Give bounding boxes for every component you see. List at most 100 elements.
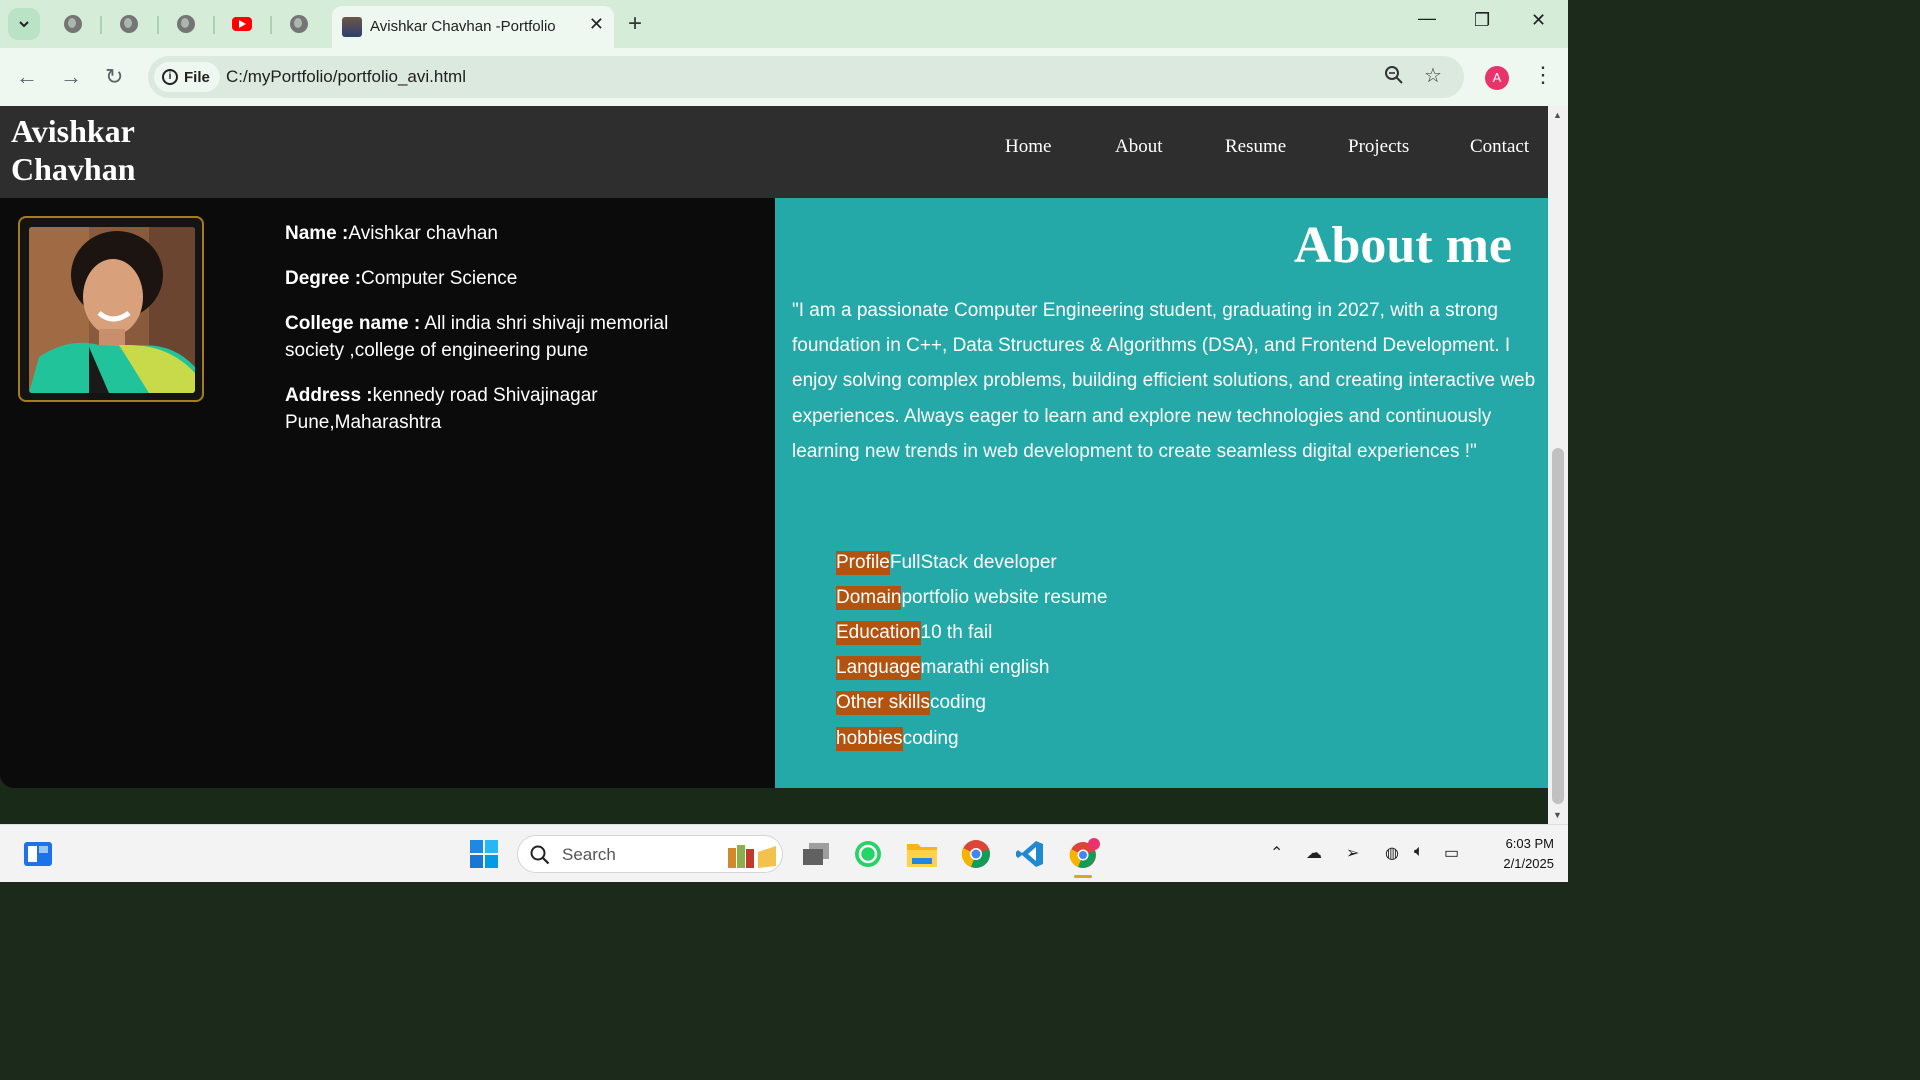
youtube-icon [232,17,252,31]
tab-active[interactable]: Avishkar Chavhan -Portfolio ✕ [332,6,614,48]
nav-resume[interactable]: Resume [1225,136,1286,158]
fact-value: marathi english [920,657,1050,679]
tab-separator [100,16,102,34]
address-bar[interactable]: i File C:/myPortfolio/portfolio_avi.html… [148,56,1464,98]
tab-pinned-youtube[interactable] [230,12,254,36]
chevron-down-icon [19,21,29,28]
close-window-button[interactable]: ✕ [1531,10,1546,31]
fact-label: Language [836,656,921,681]
fact-value: 10 th fail [920,621,993,643]
college-label: College name : [285,313,421,334]
close-tab-icon[interactable]: ✕ [589,14,604,35]
new-tab-button[interactable]: + [628,10,642,38]
tab-separator [213,16,215,34]
active-app-indicator [1074,875,1092,878]
taskbar: Search ⌃ ☁ ➢ ◍ 🔈︎ ▭ 6:03 PM 2/1/2025 [0,824,1568,882]
degree-label: Degree : [285,268,362,289]
bookmark-star-icon[interactable]: ☆ [1424,63,1442,88]
fact-label: Education [836,620,921,645]
about-text: "I am a passionate Computer Engineering … [792,300,1536,462]
site-brand[interactable]: Avishkar Chavhan [11,112,171,188]
onedrive-icon[interactable]: ☁ [1306,843,1322,863]
name-value: Avishkar chavhan [348,223,498,244]
fact-value: coding [902,727,959,749]
nav-home[interactable]: Home [1005,136,1051,158]
globe-icon [64,15,82,33]
fact-label: Profile [836,550,890,575]
profile-avatar[interactable]: A [1485,66,1509,90]
tab-separator [270,16,272,34]
fact-item: Profile FullStack developer [836,545,1107,580]
start-icon[interactable] [468,838,500,870]
whatsapp-icon[interactable] [852,838,884,870]
personal-info-panel: Name :Avishkar chavhan Degree :Computer … [0,198,775,788]
info-college: College name : All india shri shivaji me… [285,310,705,364]
taskbar-search[interactable]: Search [517,835,783,873]
fact-value: coding [929,692,986,714]
tab-search-button[interactable] [8,8,40,40]
zoom-icon[interactable] [1384,65,1404,91]
globe-icon [120,15,138,33]
address-label: Address : [285,385,373,406]
reload-button[interactable]: ↻ [105,64,123,90]
fact-label: Other skills [836,691,930,716]
search-highlight-icon [728,845,776,868]
widgets-icon[interactable] [22,838,54,870]
info-degree: Degree :Computer Science [285,265,705,292]
fact-value: portfolio website resume [901,586,1108,608]
forward-button[interactable]: → [60,64,82,90]
task-view-icon[interactable] [800,838,832,870]
scroll-thumb[interactable] [1552,448,1564,804]
back-button[interactable]: ← [16,64,38,90]
fact-item: Language marathi english [836,651,1107,686]
fact-item: Domain portfolio website resume [836,580,1107,615]
battery-icon[interactable]: ▭ [1444,843,1459,863]
name-label: Name : [285,223,349,244]
about-title: About me [1293,217,1512,274]
file-explorer-icon[interactable] [906,838,938,870]
scroll-down-arrow[interactable]: ▼ [1553,810,1562,820]
page-scrollbar[interactable]: ▲ ▼ [1548,106,1568,824]
tab-favicon [342,17,362,37]
fact-item: Education 10 th fail [836,615,1107,650]
search-placeholder: Search [562,845,616,864]
fact-item: Other skills coding [836,686,1107,721]
brand-line-2: Chavhan [11,151,136,187]
url-text[interactable]: C:/myPortfolio/portfolio_avi.html [226,67,466,87]
degree-value: Computer Science [361,268,518,289]
tray-overflow-icon[interactable]: ⌃ [1270,843,1283,863]
site-header: Avishkar Chavhan Home About Resume Proje… [0,106,1548,198]
page-viewport: Avishkar Chavhan Home About Resume Proje… [0,106,1548,824]
menu-icon[interactable]: ⋮ [1532,62,1554,88]
chrome-profile-icon[interactable] [1068,838,1100,870]
search-icon [530,845,550,865]
nav-projects[interactable]: Projects [1348,136,1409,158]
tab-pinned-1[interactable] [61,12,85,36]
tab-strip: Avishkar Chavhan -Portfolio ✕ + — ❐ ✕ [0,0,1568,48]
tab-pinned-2[interactable] [117,12,141,36]
tab-title: Avishkar Chavhan -Portfolio [370,18,556,35]
nav-contact[interactable]: Contact [1470,136,1529,158]
location-icon[interactable]: ➢ [1346,843,1359,863]
profile-photo-frame [18,216,204,402]
fact-item: hobbies coding [836,721,1107,756]
minimize-button[interactable]: — [1418,8,1436,29]
scroll-up-arrow[interactable]: ▲ [1553,110,1562,120]
clock-date: 2/1/2025 [1503,856,1554,871]
info-name: Name :Avishkar chavhan [285,220,705,247]
tab-pinned-4[interactable] [287,12,311,36]
about-panel: About me "I am a passionate Computer Eng… [775,198,1548,788]
system-clock[interactable]: 6:03 PM 2/1/2025 [1474,834,1554,874]
restore-button[interactable]: ❐ [1474,10,1490,31]
chrome-icon[interactable] [960,838,992,870]
globe-icon [177,15,195,33]
tab-separator [157,16,159,34]
nav-about[interactable]: About [1115,136,1163,158]
site-info-chip[interactable]: i File [154,62,220,92]
vscode-icon[interactable] [1014,838,1046,870]
clock-time: 6:03 PM [1505,836,1554,851]
volume-icon[interactable]: 🔈︎ [1414,843,1424,861]
profile-photo [29,227,195,393]
network-icon[interactable]: ◍ [1385,843,1399,863]
tab-pinned-3[interactable] [174,12,198,36]
